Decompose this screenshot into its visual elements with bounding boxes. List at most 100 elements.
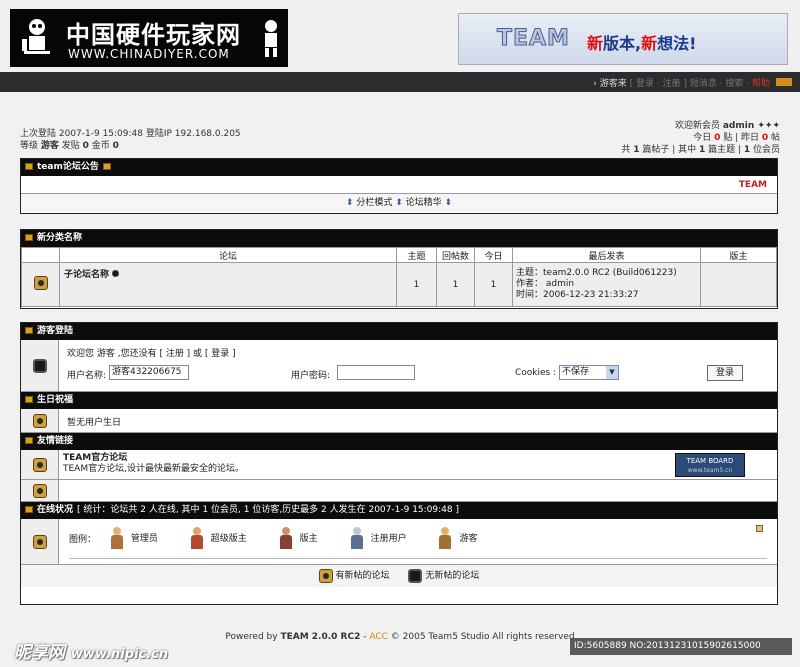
- forum-icon-legend: 有新帖的论坛 无新帖的论坛: [21, 565, 777, 587]
- banner-team-text: TEAM: [497, 26, 570, 52]
- link-icon: [32, 457, 47, 472]
- announcement-title: team论坛公告: [21, 159, 777, 176]
- updown-icon: ⬍: [345, 198, 354, 208]
- legend-item-super-mod: 超级版主: [189, 527, 247, 549]
- mascot-figure-icon: [265, 20, 277, 57]
- cell-replies: 1: [436, 262, 475, 307]
- col-last-post: 最后发表: [512, 247, 701, 263]
- new-member-link[interactable]: admin: [723, 121, 754, 131]
- forum-table-header: 论坛 主题 回帖数 今日 最后发表 版主: [21, 247, 777, 263]
- nav-help-link[interactable]: 帮助: [752, 79, 770, 89]
- title-badge-icon: [25, 163, 33, 170]
- last-login-text: 上次登陆 2007-1-9 15:09:48 登陆IP 192.168.0.20…: [20, 129, 241, 139]
- last-post-time: 时间：2006-12-23 21:33:27: [516, 290, 639, 300]
- split-mode-link[interactable]: 分栏模式: [356, 198, 392, 208]
- top-nav-bar: › 游客来 [ 登录 · 注册 ] 短消息 · 搜索 · 帮助: [0, 72, 800, 92]
- banner-slogan: 新版本,新想法!: [587, 34, 697, 53]
- title-badge-icon: [25, 396, 33, 403]
- no-new-posts-label: 无新帖的论坛: [425, 571, 480, 581]
- birthday-icon: [32, 413, 47, 428]
- expand-icon[interactable]: [756, 525, 763, 532]
- cell-today: 1: [474, 262, 513, 307]
- user-info-left: 上次登陆 2007-1-9 15:09:48 登陆IP 192.168.0.20…: [20, 128, 241, 152]
- title-badge-icon: [25, 506, 33, 513]
- title-badge-icon: [25, 234, 33, 241]
- password-input[interactable]: [337, 365, 415, 380]
- page-body: 上次登陆 2007-1-9 15:09:48 登陆IP 192.168.0.20…: [0, 92, 800, 667]
- total-stats-line: 共 1 篇帖子 | 其中 1 篇主题 | 1 位会员: [621, 145, 780, 155]
- password-label: 用户密码:: [291, 371, 331, 381]
- legend-divider: [69, 558, 767, 559]
- col-replies: 回帖数: [436, 247, 475, 263]
- last-post-topic-link[interactable]: 主题：team2.0.0 RC2 (Build061223): [516, 268, 697, 279]
- user-level-line: 等级 游客 发贴 0 金币 0: [20, 141, 119, 151]
- logo-english-text: WWW.CHINADIYER.COM: [68, 47, 230, 61]
- birthday-row: 暂无用户生日: [21, 409, 777, 433]
- top-nav-links[interactable]: › 游客来 [ 登录 · 注册 ] 短消息 · 搜索 · 帮助: [593, 76, 770, 89]
- online-legend-row: 图例： 管理员 超级版主 版主 注册用户 游客: [21, 519, 777, 565]
- footer-acc-link[interactable]: ACC: [369, 632, 388, 642]
- link-item-row: TEAM官方论坛 TEAM官方论坛,设计最快最新最安全的论坛。 TEAM BOA…: [21, 450, 777, 480]
- logo-chinese-text: 中国硬件玩家网: [66, 20, 241, 49]
- cookies-label: Cookies :: [515, 368, 557, 378]
- legend-item-member: 注册用户: [349, 527, 407, 549]
- forum-essence-link[interactable]: 论坛精华: [406, 198, 442, 208]
- cell-moderator: [700, 262, 777, 307]
- online-title: 在线状况[ 统计：论坛共 2 人在线, 其中 1 位会员, 1 位访客,历史最多…: [21, 502, 777, 519]
- super-moderator-avatar-icon: [189, 527, 205, 549]
- watermark-id: ID:5605889 NO:20131231015902615000: [570, 638, 792, 655]
- rss-icon[interactable]: [111, 270, 119, 277]
- guest-login-row: 欢迎您 游客 ,您还没有 [ 注册 ] 或 [ 登录 ] 用户名称: 游客432…: [21, 340, 777, 392]
- category-name-link[interactable]: 新分类名称: [37, 233, 82, 243]
- nav-messages-search-link[interactable]: 短消息 · 搜索 ·: [687, 79, 752, 89]
- watermark-logo: 昵享网 www.nipic.cn: [14, 643, 169, 663]
- col-topics: 主题: [396, 247, 437, 263]
- info-panel-box: 游客登陆 欢迎您 游客 ,您还没有 [ 注册 ] 或 [ 登录 ] 用户名称: …: [20, 322, 778, 605]
- birthday-text: 暂无用户生日: [67, 418, 122, 428]
- link-icon: [32, 483, 47, 498]
- announcement-marquee-row: TEAM: [21, 176, 777, 194]
- team-banner[interactable]: TEAM 新版本,新想法!: [458, 13, 788, 65]
- member-avatar-icon: [349, 527, 365, 549]
- username-label: 用户名称:: [67, 371, 107, 381]
- link-site-desc: TEAM官方论坛,设计最快最新最安全的论坛。: [63, 464, 244, 474]
- login-button[interactable]: 登录: [707, 365, 744, 381]
- forum-table: 论坛 主题 回帖数 今日 最后发表 版主 子论坛名称 1 1 1 主题：team…: [21, 247, 777, 307]
- forum-status-icon: [33, 276, 48, 290]
- col-moderator: 版主: [700, 247, 777, 263]
- team-board-badge[interactable]: TEAM BOARD www.team5.cn: [675, 453, 745, 477]
- login-form: 用户名称: 游客432206675 用户密码: Cookies : 不保存 ▼ 登…: [67, 365, 769, 383]
- new-posts-label: 有新帖的论坛: [335, 571, 390, 581]
- link-site-name[interactable]: TEAM官方论坛: [63, 453, 127, 463]
- links-title: 友情链接: [21, 433, 777, 450]
- table-row: 子论坛名称 1 1 1 主题：team2.0.0 RC2 (Build06122…: [21, 262, 777, 307]
- title-badge-icon: [25, 437, 33, 444]
- last-post-author[interactable]: 作者： admin: [516, 279, 697, 290]
- guest-login-title: 游客登陆: [21, 323, 777, 340]
- subforum-name-link[interactable]: 子论坛名称: [64, 270, 109, 280]
- category-title: 新分类名称: [21, 230, 777, 247]
- welcome-new-member: 欢迎新会员 admin ✦✦✦: [674, 121, 780, 131]
- forum-category-box: 新分类名称 论坛 主题 回帖数 今日 最后发表 版主 子论坛名称 1 1 1 主…: [20, 229, 778, 309]
- updown-icon: ⬍: [395, 198, 403, 208]
- no-new-posts-icon: [408, 568, 423, 583]
- legend-item-admin: 管理员: [109, 527, 158, 549]
- birthday-title: 生日祝福: [21, 392, 777, 409]
- legend-item-moderator: 版主: [278, 527, 318, 549]
- username-input[interactable]: 游客432206675: [109, 365, 189, 380]
- cookies-select[interactable]: 不保存 ▼: [559, 365, 619, 380]
- online-stats: [ 统计：论坛共 2 人在线, 其中 1 位会员, 1 位访客,历史最多 2 人…: [77, 505, 459, 515]
- user-info-right: 欢迎新会员 admin ✦✦✦ 今日 0 贴 | 昨日 0 帖 共 1 篇帖子 …: [621, 120, 780, 156]
- site-logo[interactable]: 中国硬件玩家网 WWW.CHINADIYER.COM: [10, 9, 288, 67]
- title-badge-icon: [102, 163, 111, 170]
- guest-avatar-icon: [437, 527, 453, 549]
- announcement-marquee[interactable]: TEAM: [739, 180, 767, 190]
- link-item-row-empty: [21, 480, 777, 502]
- nav-login-register-link[interactable]: [ 登录 · 注册 ]: [630, 79, 687, 89]
- footer-product-link[interactable]: TEAM 2.0.0 RC2: [280, 632, 360, 642]
- site-header: 中国硬件玩家网 WWW.CHINADIYER.COM TEAM 新版本,新想法!: [0, 0, 800, 72]
- announcement-box: team论坛公告 TEAM ⬍ 分栏模式 ⬍ 论坛精华 ⬍: [20, 158, 778, 214]
- online-icon: [32, 534, 47, 549]
- new-posts-icon: [318, 568, 333, 583]
- guest-welcome-text: 欢迎您 游客 ,您还没有 [ 注册 ] 或 [ 登录 ]: [67, 349, 236, 359]
